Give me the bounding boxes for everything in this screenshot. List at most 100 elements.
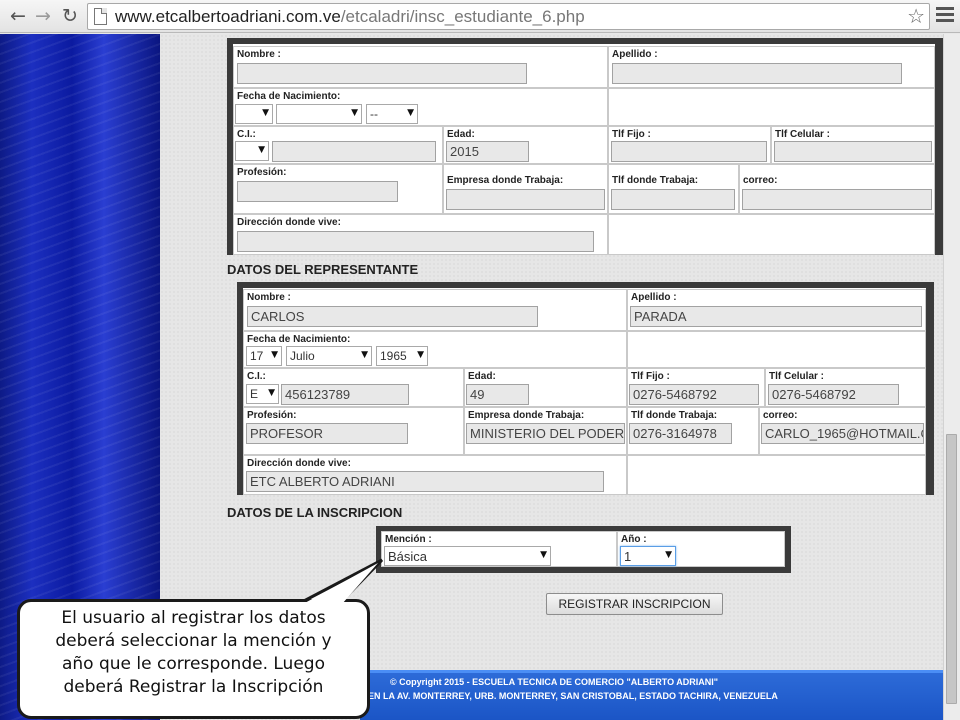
rep-tlf-trabajo-input[interactable]: 0276-3164978: [629, 423, 732, 444]
student-apellido-label: Apellido :: [612, 49, 658, 60]
student-nombre-input[interactable]: [237, 63, 527, 84]
rep-correo-input[interactable]: CARLO_1965@HOTMAIL.C: [761, 423, 924, 444]
student-empresa-input[interactable]: [446, 189, 605, 210]
student-form: Nombre : Apellido : Fecha de Nacimiento:…: [227, 38, 943, 255]
student-tlf-trabajo-input[interactable]: [611, 189, 735, 210]
scrollbar-thumb[interactable]: [946, 434, 957, 704]
student-tlf-celular-input[interactable]: [774, 141, 932, 162]
student-empty-cell: [608, 88, 935, 126]
student-edad-input[interactable]: 2015: [446, 141, 529, 162]
rep-apellido-cell: Apellido : PARADA: [627, 289, 926, 331]
rep-edad-input[interactable]: 49: [466, 384, 529, 405]
student-nombre-label: Nombre :: [237, 49, 281, 60]
reload-icon[interactable]: ↻: [58, 4, 82, 28]
student-profesion-label: Profesión:: [237, 167, 287, 178]
rep-ci-cell: C.I.: E ▼ 456123789: [243, 368, 464, 407]
student-correo-cell: correo:: [739, 164, 935, 214]
chevron-down-icon: ▼: [417, 350, 424, 360]
rep-direccion-input[interactable]: ETC ALBERTO ADRIANI: [246, 471, 604, 492]
student-fecha-day-select[interactable]: ▼: [235, 104, 273, 124]
address-text[interactable]: www.etcalbertoadriani.com.ve/etcaladri/i…: [115, 7, 585, 27]
student-fecha-year-select[interactable]: -- ▼: [366, 104, 418, 124]
rep-fecha-day-select[interactable]: 17 ▼: [246, 346, 282, 366]
address-bar[interactable]: www.etcalbertoadriani.com.ve/etcaladri/i…: [87, 3, 930, 30]
rep-fecha-year-select[interactable]: 1965 ▼: [376, 346, 428, 366]
rep-tlf-celular-label: Tlf Celular :: [769, 371, 825, 382]
chevron-down-icon: ▼: [271, 350, 278, 360]
back-arrow-icon[interactable]: ←: [6, 4, 30, 28]
footer-address: EN LA AV. MONTERREY, URB. MONTERREY, SAN…: [368, 691, 778, 701]
inscripcion-form: Mención : Básica ▼ Año : 1 ▼: [376, 526, 791, 573]
student-empresa-cell: Empresa donde Trabaja:: [443, 164, 608, 214]
callout-line-3: año que le corresponde. Luego: [61, 654, 325, 674]
anio-select[interactable]: 1 ▼: [620, 546, 676, 566]
student-fecha-year-value: --: [370, 107, 378, 121]
rep-fecha-label: Fecha de Nacimiento:: [247, 334, 351, 345]
rep-nombre-label: Nombre :: [247, 292, 291, 303]
student-empty-cell-2: [608, 214, 935, 255]
student-correo-label: correo:: [743, 175, 778, 186]
rep-tlf-fijo-input[interactable]: 0276-5468792: [629, 384, 759, 405]
student-tlf-celular-label: Tlf Celular :: [775, 129, 831, 140]
page-icon: [94, 8, 107, 25]
rep-profesion-input[interactable]: PROFESOR: [246, 423, 408, 444]
rep-apellido-input[interactable]: PARADA: [630, 306, 922, 327]
rep-tlf-trabajo-label: Tlf donde Trabaja:: [631, 410, 718, 421]
chevron-down-icon: ▼: [407, 108, 414, 118]
mencion-label: Mención :: [385, 534, 432, 545]
student-ci-label: C.I.:: [237, 129, 256, 140]
student-apellido-cell: Apellido :: [608, 46, 935, 88]
rep-edad-label: Edad:: [468, 371, 496, 382]
callout-line-1: El usuario al registrar los datos: [61, 608, 326, 628]
rep-profesion-label: Profesión:: [247, 410, 297, 421]
chevron-down-icon: ▼: [268, 388, 275, 398]
rep-nombre-cell: Nombre : CARLOS: [243, 289, 627, 331]
rep-direccion-label: Dirección donde vive:: [247, 458, 351, 469]
student-profesion-input[interactable]: [237, 181, 398, 202]
inscripcion-section-title: DATOS DE LA INSCRIPCION: [227, 505, 403, 520]
rep-empresa-input[interactable]: MINISTERIO DEL PODER P: [466, 423, 625, 444]
student-edad-cell: Edad: 2015: [443, 126, 608, 164]
student-empresa-label: Empresa donde Trabaja:: [447, 175, 564, 186]
rep-tlf-celular-input[interactable]: 0276-5468792: [768, 384, 899, 405]
student-tlf-fijo-input[interactable]: [611, 141, 767, 162]
student-apellido-input[interactable]: [612, 63, 902, 84]
student-fecha-label: Fecha de Nacimiento:: [237, 91, 341, 102]
chevron-down-icon: ▼: [258, 145, 265, 155]
registrar-inscripcion-button[interactable]: REGISTRAR INSCRIPCION: [546, 593, 723, 615]
chevron-down-icon: ▼: [540, 550, 547, 560]
anio-cell: Año : 1 ▼: [617, 531, 785, 567]
rep-apellido-label: Apellido :: [631, 292, 677, 303]
student-ci-input[interactable]: [272, 141, 436, 162]
rep-ci-type-select[interactable]: E ▼: [246, 384, 279, 404]
student-fecha-month-select[interactable]: ▼: [276, 104, 362, 124]
page-footer: © Copyright 2015 - ESCUELA TECNICA DE CO…: [360, 670, 943, 720]
rep-empresa-cell: Empresa donde Trabaja: MINISTERIO DEL PO…: [464, 407, 627, 455]
student-correo-input[interactable]: [742, 189, 932, 210]
mencion-select[interactable]: Básica ▼: [384, 546, 551, 566]
rep-fecha-month-select[interactable]: Julio ▼: [286, 346, 372, 366]
forward-arrow-icon[interactable]: →: [31, 4, 55, 28]
student-tlf-trabajo-cell: Tlf donde Trabaja:: [608, 164, 739, 214]
bookmark-star-icon[interactable]: ☆: [907, 4, 925, 28]
rep-edad-cell: Edad: 49: [464, 368, 627, 407]
rep-fecha-month-value: Julio: [290, 349, 315, 363]
rep-ci-input[interactable]: 456123789: [281, 384, 409, 405]
browser-toolbar: ← → ↻ www.etcalbertoadriani.com.ve/etcal…: [0, 0, 960, 33]
callout-line-4: deberá Registrar la Inscripción: [63, 677, 324, 697]
anio-label: Año :: [621, 534, 647, 545]
rep-tlf-celular-cell: Tlf Celular : 0276-5468792: [765, 368, 926, 407]
rep-nombre-input[interactable]: CARLOS: [247, 306, 538, 327]
student-tlf-fijo-cell: Tlf Fijo :: [608, 126, 771, 164]
rep-correo-cell: correo: CARLO_1965@HOTMAIL.C: [759, 407, 926, 455]
rep-fecha-day-value: 17: [250, 349, 264, 363]
student-tlf-fijo-label: Tlf Fijo :: [612, 129, 651, 140]
chevron-down-icon: ▼: [665, 550, 672, 560]
student-ci-cell: C.I.: ▼: [233, 126, 443, 164]
student-tlf-celular-cell: Tlf Celular :: [771, 126, 935, 164]
student-direccion-input[interactable]: [237, 231, 594, 252]
rep-profesion-cell: Profesión: PROFESOR: [243, 407, 464, 455]
student-ci-type-select[interactable]: ▼: [235, 141, 269, 161]
browser-menu-icon[interactable]: [936, 7, 954, 25]
rep-direccion-cell: Dirección donde vive: ETC ALBERTO ADRIAN…: [243, 455, 627, 495]
